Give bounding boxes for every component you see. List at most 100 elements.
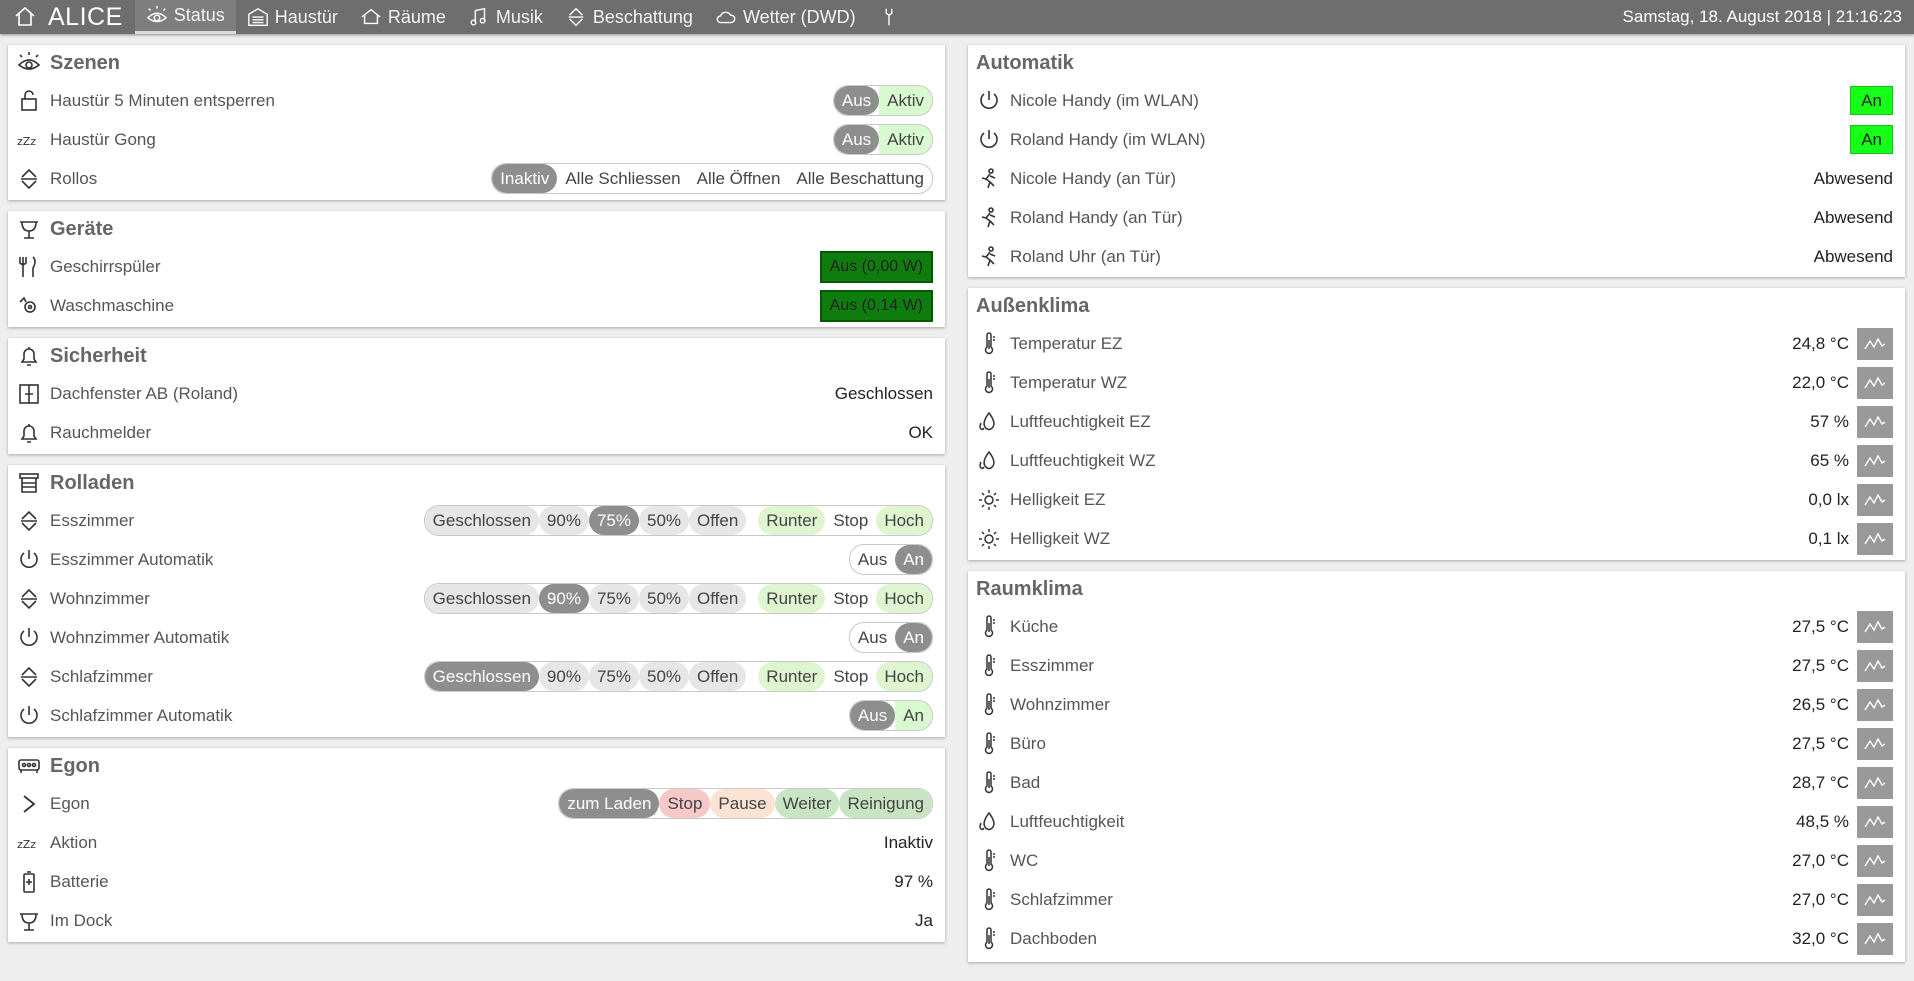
row-label: Rollos: [50, 168, 98, 188]
chart-icon: [1864, 337, 1886, 349]
opt-an[interactable]: An: [895, 623, 932, 652]
opt-50[interactable]: 50%: [638, 584, 690, 613]
row-rauchmelder: Rauchmelder OK: [8, 413, 945, 452]
opt-aus[interactable]: Aus: [850, 545, 895, 574]
opt-runter[interactable]: Runter: [758, 662, 826, 691]
garage-icon: [247, 7, 268, 26]
power-icon: [20, 705, 38, 724]
opt-an[interactable]: An: [895, 545, 932, 574]
opt-aus[interactable]: Aus: [833, 86, 880, 115]
toggle-aus-aktiv: Aus Aktiv: [832, 124, 933, 155]
opt-weiter[interactable]: Weiter: [774, 789, 840, 818]
washing-icon: [19, 296, 36, 313]
row-value: 27,5 °C: [1792, 655, 1849, 675]
opt-hoch[interactable]: Hoch: [876, 662, 932, 691]
opt-aktiv[interactable]: Aktiv: [879, 125, 932, 154]
opt-an[interactable]: An: [895, 701, 932, 730]
top-navbar: ALICE Status Haustür Räume Musik Beschat…: [0, 0, 1914, 34]
nav-status[interactable]: Status: [134, 0, 236, 34]
eye-icon: [146, 5, 168, 22]
nav-settings[interactable]: [867, 0, 917, 34]
opt-offen[interactable]: Offen: [689, 506, 747, 535]
opt-75[interactable]: 75%: [588, 584, 639, 613]
sleep-icon: zZz: [17, 135, 36, 148]
nav-haustuer[interactable]: Haustür: [236, 0, 349, 34]
nav-haustuer-label: Haustür: [274, 6, 338, 27]
geraete-title: Geräte: [8, 211, 945, 247]
chart-button[interactable]: [1857, 366, 1893, 399]
row-aktion: zZz Aktion Inaktiv: [8, 823, 945, 862]
power-icon: [980, 90, 998, 109]
chart-button[interactable]: [1857, 883, 1893, 916]
panel-automatik: Automatik Nicole Handy (im WLAN) An Rola…: [968, 45, 1905, 277]
updown-icon: [21, 666, 37, 687]
droplet-icon: [979, 411, 995, 430]
opt-geschlossen[interactable]: Geschlossen: [424, 584, 539, 613]
row-label: Schlafzimmer Automatik: [50, 705, 233, 725]
chart-button[interactable]: [1857, 610, 1893, 643]
chart-button[interactable]: [1857, 327, 1893, 360]
opt-hoch[interactable]: Hoch: [876, 584, 932, 613]
chart-button[interactable]: [1857, 522, 1893, 555]
chart-button[interactable]: [1857, 483, 1893, 516]
opt-stop[interactable]: Stop: [825, 584, 876, 613]
opt-offen[interactable]: Offen: [689, 584, 747, 613]
nav-musik[interactable]: Musik: [457, 0, 554, 34]
opt-runter[interactable]: Runter: [758, 584, 826, 613]
chart-button[interactable]: [1857, 727, 1893, 760]
power-icon: [20, 627, 38, 646]
wrench-icon: [885, 8, 893, 26]
opt-aus[interactable]: Aus: [850, 623, 895, 652]
opt-alle-oeffnen[interactable]: Alle Öffnen: [689, 164, 789, 193]
opt-geschlossen[interactable]: Geschlossen: [424, 506, 539, 535]
opt-aus[interactable]: Aus: [849, 701, 896, 730]
nav-raeume-label: Räume: [387, 6, 446, 27]
row-value: Geschlossen: [834, 383, 933, 403]
power-status-box: Aus (0,00 W): [819, 250, 933, 283]
opt-alle-schliessen[interactable]: Alle Schliessen: [557, 164, 688, 193]
brand-home-link[interactable]: ALICE: [0, 0, 135, 34]
chart-button[interactable]: [1857, 805, 1893, 838]
opt-75[interactable]: 75%: [588, 662, 639, 691]
opt-stop[interactable]: Stop: [825, 662, 876, 691]
opt-50[interactable]: 50%: [638, 662, 690, 691]
row-waschmaschine: Waschmaschine Aus (0,14 W): [8, 286, 945, 325]
opt-aus[interactable]: Aus: [833, 125, 880, 154]
opt-alle-beschattung[interactable]: Alle Beschattung: [788, 164, 932, 193]
row-esszimmer-automatik: Esszimmer Automatik Aus An: [8, 540, 945, 579]
sensor-row: Bad 28,7 °C: [968, 763, 1905, 802]
chart-button[interactable]: [1857, 688, 1893, 721]
chart-button[interactable]: [1857, 844, 1893, 877]
chart-button[interactable]: [1857, 405, 1893, 438]
opt-runter[interactable]: Runter: [758, 506, 826, 535]
row-value: Abwesend: [1813, 246, 1893, 266]
chart-button[interactable]: [1857, 922, 1893, 955]
opt-zum-laden[interactable]: zum Laden: [559, 789, 660, 818]
opt-50[interactable]: 50%: [638, 506, 690, 535]
sun-icon: [979, 528, 999, 549]
opt-90[interactable]: 90%: [538, 662, 589, 691]
chart-button[interactable]: [1857, 649, 1893, 682]
opt-90[interactable]: 90%: [538, 506, 589, 535]
opt-pause[interactable]: Pause: [710, 789, 775, 818]
opt-75[interactable]: 75%: [588, 506, 639, 535]
opt-inaktiv[interactable]: Inaktiv: [492, 164, 558, 193]
opt-stop[interactable]: Stop: [825, 506, 876, 535]
sleep-icon: zZz: [17, 838, 36, 851]
opt-hoch[interactable]: Hoch: [876, 506, 932, 535]
row-value: 65 %: [1810, 450, 1849, 470]
state-on-box: An: [1850, 125, 1893, 154]
opt-geschlossen[interactable]: Geschlossen: [424, 662, 539, 691]
nav-raeume[interactable]: Räume: [349, 0, 457, 34]
nav-wetter[interactable]: Wetter (DWD): [704, 0, 867, 34]
opt-90[interactable]: 90%: [538, 584, 589, 613]
opt-reinigung[interactable]: Reinigung: [839, 789, 932, 818]
sensor-row: Helligkeit EZ 0,0 lx: [968, 480, 1905, 519]
chart-button[interactable]: [1857, 444, 1893, 477]
nav-beschattung[interactable]: Beschattung: [554, 0, 704, 34]
opt-offen[interactable]: Offen: [689, 662, 747, 691]
chart-button[interactable]: [1857, 766, 1893, 799]
opt-stop[interactable]: Stop: [659, 789, 711, 818]
power-icon: [980, 129, 998, 148]
opt-aktiv[interactable]: Aktiv: [879, 86, 932, 115]
